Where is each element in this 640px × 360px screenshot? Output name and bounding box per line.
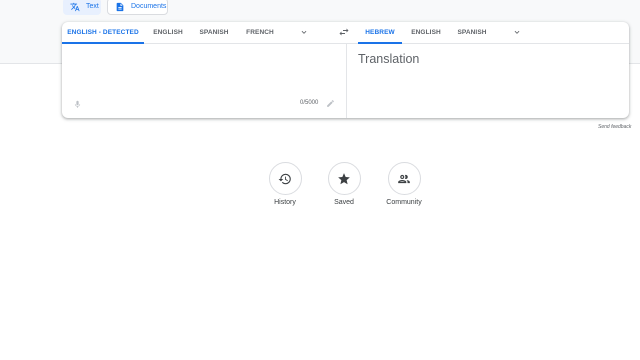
history-circle[interactable] xyxy=(268,162,302,195)
source-more-languages-icon[interactable] xyxy=(299,27,309,37)
documents-mode-button[interactable]: Documents xyxy=(107,0,168,15)
star-icon xyxy=(338,172,350,184)
panel-divider xyxy=(346,43,347,118)
tab-source-spanish[interactable]: SPANISH xyxy=(192,22,236,43)
translate-icon xyxy=(70,2,80,11)
translation-output: Translation xyxy=(358,52,420,66)
community-label: Community xyxy=(386,199,422,206)
swap-languages-icon[interactable] xyxy=(338,26,350,38)
translate-card: ENGLISH - DETECTED ENGLISH SPANISH FRENC… xyxy=(62,22,629,118)
send-feedback-link[interactable]: Send feedback xyxy=(598,124,631,130)
handwriting-icon[interactable] xyxy=(326,99,335,108)
history-button[interactable]: History xyxy=(255,162,315,206)
tab-target-english[interactable]: ENGLISH xyxy=(402,22,450,43)
community-icon xyxy=(398,174,410,183)
tab-detected-language[interactable]: ENGLISH - DETECTED xyxy=(62,22,144,44)
saved-circle[interactable] xyxy=(327,162,361,195)
document-icon xyxy=(116,2,124,11)
tab-source-english[interactable]: ENGLISH xyxy=(144,22,192,43)
community-button[interactable]: Community xyxy=(374,162,434,206)
tab-source-french[interactable]: FRENCH xyxy=(236,22,284,43)
text-mode-label: Text xyxy=(86,3,99,10)
saved-label: Saved xyxy=(334,199,354,206)
community-circle[interactable] xyxy=(387,162,421,195)
tab-target-spanish[interactable]: SPANISH xyxy=(450,22,494,43)
character-counter: 0/5000 xyxy=(300,100,319,106)
tab-target-hebrew[interactable]: HEBREW xyxy=(358,22,402,44)
history-label: History xyxy=(274,199,296,206)
history-icon xyxy=(278,173,291,184)
language-bar: ENGLISH - DETECTED ENGLISH SPANISH FRENC… xyxy=(62,22,629,44)
saved-button[interactable]: Saved xyxy=(314,162,374,206)
microphone-icon[interactable] xyxy=(73,99,82,110)
target-more-languages-icon[interactable] xyxy=(512,27,522,37)
text-mode-button[interactable]: Text xyxy=(63,0,101,15)
documents-mode-label: Documents xyxy=(131,3,167,10)
